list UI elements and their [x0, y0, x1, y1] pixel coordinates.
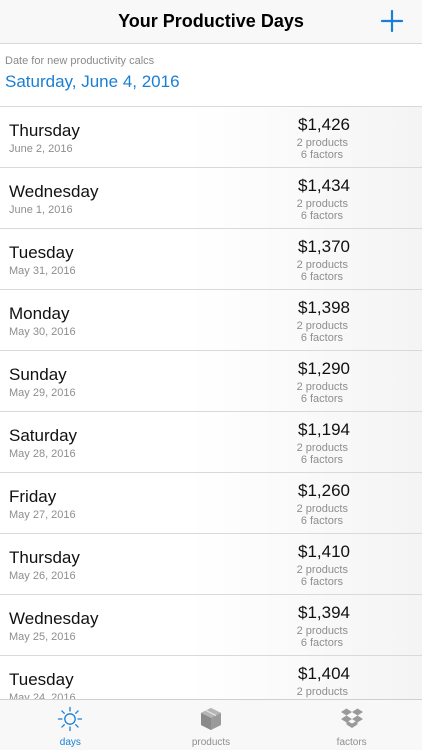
- list-item[interactable]: Monday May 30, 2016 $1,398 2 products 6 fact…: [0, 289, 422, 350]
- day-label: Friday: [9, 487, 57, 506]
- date-label: May 28, 2016: [9, 448, 76, 460]
- products-count: 2 products: [296, 686, 348, 698]
- tab-days-label: days: [59, 737, 81, 748]
- amount-label: $1,194: [298, 420, 350, 439]
- tab-bar: days products factors: [0, 699, 422, 750]
- sun-icon: [58, 706, 83, 732]
- amount-label: $1,394: [298, 603, 350, 622]
- factors-count: 6 factors: [300, 454, 343, 466]
- date-label: May 24, 2016: [9, 692, 76, 699]
- products-count: 2 products: [296, 198, 348, 210]
- date-label: May 25, 2016: [9, 631, 76, 643]
- tab-factors[interactable]: factors: [281, 700, 422, 750]
- products-count: 2 products: [296, 320, 348, 332]
- date-label: May 27, 2016: [9, 509, 76, 521]
- list-item[interactable]: Wednesday May 25, 2016 $1,394 2 products 6 f…: [0, 594, 422, 655]
- date-label: June 1, 2016: [9, 204, 73, 216]
- factors-count: 6 factors: [300, 271, 343, 283]
- day-label: Wednesday: [9, 182, 99, 201]
- list-item[interactable]: TuesdayMay 24, 2016$1,4042 products6 fac…: [0, 655, 422, 699]
- day-label: Thursday: [9, 548, 80, 567]
- products-count: 2 products: [296, 503, 348, 515]
- date-caption: Date for new productivity calcs: [5, 55, 155, 67]
- amount-label: $1,260: [298, 481, 350, 500]
- app-window: Your Productive Days Date for new produc…: [0, 0, 422, 750]
- amount-label: $1,398: [298, 298, 350, 317]
- factors-count: 6 factors: [300, 393, 343, 405]
- selected-date-picker[interactable]: Saturday, June 4, 2016: [5, 72, 180, 92]
- tab-factors-label: factors: [336, 737, 367, 748]
- amount-label: $1,434: [298, 176, 350, 195]
- date-label: May 31, 2016: [9, 265, 76, 277]
- plus-icon: [380, 9, 404, 33]
- list-item[interactable]: Tuesday May 31, 2016 $1,370 2 products 6 fac…: [0, 228, 422, 289]
- page-title: Your Productive Days: [118, 11, 304, 31]
- products-count: 2 products: [296, 137, 348, 149]
- tab-products-label: products: [191, 737, 231, 748]
- factors-count: 6 factors: [300, 149, 343, 161]
- products-count: 2 products: [296, 259, 348, 271]
- amount-label: $1,426: [298, 115, 350, 134]
- list-item[interactable]: Thursday June 2, 2016 $1,426 2 products 6 fa…: [0, 106, 422, 167]
- list-item[interactable]: Saturday May 28, 2016 $1,194 2 products 6 fa…: [0, 411, 422, 472]
- day-label: Saturday: [9, 426, 78, 445]
- amount-label: $1,370: [298, 237, 350, 256]
- list-item[interactable]: Wednesday June 1, 2016 $1,434 2 products 6 f…: [0, 167, 422, 228]
- date-label: May 30, 2016: [9, 326, 76, 338]
- dropbox-icon: [340, 708, 363, 728]
- factors-count: 6 factors: [300, 576, 343, 588]
- day-label: Tuesday: [9, 670, 74, 689]
- list-item[interactable]: Sunday May 29, 2016 $1,290 2 products 6 fact…: [0, 350, 422, 411]
- products-count: 2 products: [296, 442, 348, 454]
- day-label: Wednesday: [9, 609, 99, 628]
- factors-count: 6 factors: [300, 515, 343, 527]
- tab-days[interactable]: days: [0, 700, 141, 750]
- amount-label: $1,404: [298, 664, 350, 683]
- products-count: 2 products: [296, 564, 348, 576]
- add-button[interactable]: [380, 9, 404, 33]
- days-list[interactable]: Thursday June 2, 2016 $1,426 2 products 6 fa…: [0, 106, 422, 699]
- date-header: Date for new productivity calcs Saturday…: [0, 44, 422, 106]
- day-label: Monday: [9, 304, 70, 323]
- day-label: Thursday: [9, 121, 80, 140]
- date-label: June 2, 2016: [9, 143, 73, 155]
- box-icon: [201, 708, 221, 730]
- tab-products[interactable]: products: [141, 700, 282, 750]
- day-label: Sunday: [9, 365, 67, 384]
- factors-count: 6 factors: [300, 332, 343, 344]
- list-item[interactable]: Thursday May 26, 2016 $1,410 2 products 6 fa…: [0, 533, 422, 594]
- products-count: 2 products: [296, 625, 348, 637]
- date-label: May 26, 2016: [9, 570, 76, 582]
- amount-label: $1,290: [298, 359, 350, 378]
- factors-count: 6 factors: [300, 637, 343, 649]
- factors-count: 6 factors: [300, 210, 343, 222]
- list-item[interactable]: Friday May 27, 2016 $1,260 2 products 6 fact…: [0, 472, 422, 533]
- products-count: 2 products: [296, 381, 348, 393]
- day-label: Tuesday: [9, 243, 74, 262]
- amount-label: $1,410: [298, 542, 350, 561]
- navigation-bar: Your Productive Days: [0, 0, 422, 44]
- date-label: May 29, 2016: [9, 387, 76, 399]
